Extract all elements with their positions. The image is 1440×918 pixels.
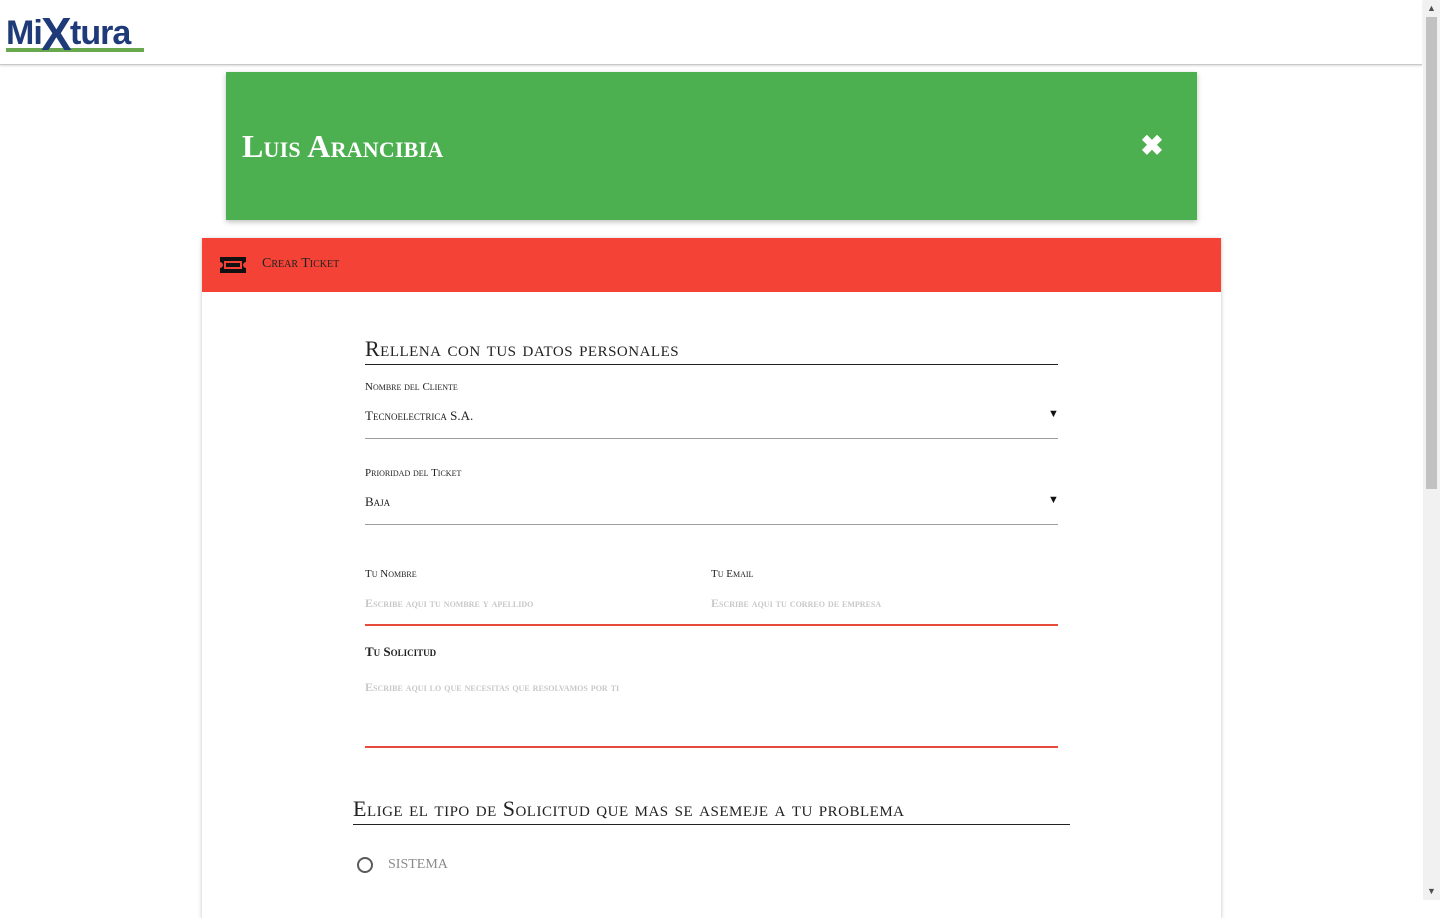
prioridad-underline [365, 524, 1058, 525]
svg-text:Mi: Mi [6, 14, 42, 52]
email-label: Tu Email [711, 568, 754, 580]
nombre-label: Tu Nombre [365, 568, 417, 580]
cliente-underline [365, 438, 1058, 439]
radio-button[interactable] [357, 857, 373, 873]
nombre-input[interactable] [365, 594, 695, 612]
email-underline [711, 624, 1058, 626]
dropdown-arrow-icon: ▼ [1048, 494, 1059, 506]
solicitud-underline [365, 746, 1058, 748]
cliente-label: Nombre del Cliente [365, 381, 458, 393]
email-input[interactable] [711, 594, 1051, 612]
svg-text:tura: tura [70, 14, 132, 52]
panel-title: Crear Ticket [262, 256, 340, 271]
radio-label: SISTEMA [388, 857, 448, 872]
solicitud-textarea[interactable] [365, 680, 1058, 740]
cliente-select[interactable]: Tecnoelectrica S.A. ▼ [365, 400, 1059, 438]
top-navbar: Mi X tura [0, 0, 1422, 65]
svg-text:X: X [41, 8, 72, 60]
mixtura-logo[interactable]: Mi X tura [4, 4, 149, 60]
profile-name: Luis Arancibia [242, 128, 444, 164]
cliente-value: Tecnoelectrica S.A. [365, 408, 474, 423]
ticket-icon [218, 255, 248, 275]
scroll-thumb[interactable] [1426, 17, 1437, 489]
close-icon[interactable]: ✖ [1138, 132, 1166, 160]
panel-header[interactable]: Crear Ticket [202, 238, 1221, 292]
create-ticket-panel: Crear Ticket Rellena con tus datos perso… [202, 238, 1221, 918]
profile-card: Luis Arancibia ✖ [226, 72, 1197, 220]
scroll-down-icon[interactable]: ▼ [1423, 883, 1440, 900]
radio-option-sistema[interactable]: SISTEMA [357, 856, 657, 876]
prioridad-select[interactable]: Baja ▼ [365, 486, 1059, 524]
section-request-type-title: Elige el tipo de Solicitud que mas se as… [353, 796, 1070, 825]
solicitud-label: Tu Solicitud [365, 644, 437, 659]
section-personal-data-title: Rellena con tus datos personales [365, 336, 1058, 365]
dropdown-arrow-icon: ▼ [1048, 408, 1059, 420]
page-scrollbar[interactable]: ▲ ▼ [1423, 0, 1440, 900]
scroll-up-icon[interactable]: ▲ [1423, 0, 1440, 17]
nombre-underline [365, 624, 712, 626]
prioridad-value: Baja [365, 494, 391, 509]
prioridad-label: Prioridad del Ticket [365, 467, 462, 479]
